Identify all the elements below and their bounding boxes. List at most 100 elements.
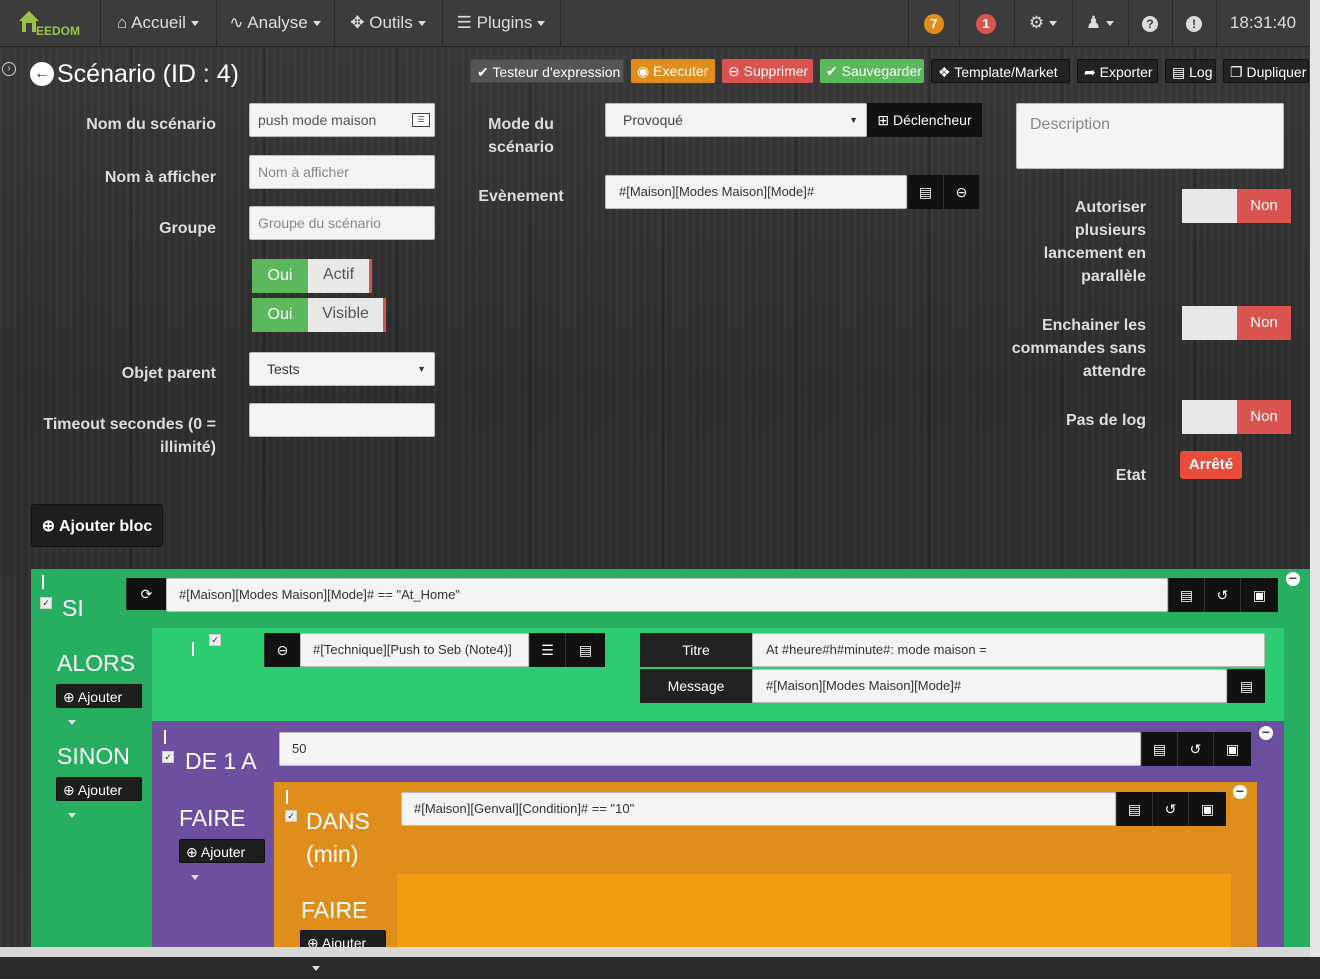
minus-circle-icon: ⊖: [276, 642, 289, 658]
for-count-input[interactable]: 50: [279, 732, 1141, 766]
for-remove-icon[interactable]: −: [1259, 725, 1273, 740]
sidebar-toggle-icon[interactable]: ›: [2, 62, 16, 76]
brand-logo[interactable]: EEDOM: [0, 0, 101, 46]
faire-add-button[interactable]: ⊕ Ajouter: [179, 839, 265, 880]
dans-list-button[interactable]: ▤: [1116, 792, 1152, 826]
action-list-button[interactable]: ☰: [529, 633, 565, 667]
menu-analyse[interactable]: ∿ Analyse: [216, 0, 335, 46]
action-command-input[interactable]: #[Technique][Push to Seb (Note4)]: [300, 633, 529, 667]
drag-handle-icon[interactable]: [286, 790, 288, 804]
back-arrow-icon[interactable]: ←: [30, 62, 54, 86]
display-name-input[interactable]: Nom à afficher: [249, 155, 435, 189]
menu-accueil[interactable]: ⌂ Accueil: [100, 0, 217, 46]
menu-plugins[interactable]: ☰ Plugins: [442, 0, 561, 46]
duplicate-button[interactable]: ❐ Dupliquer: [1223, 59, 1309, 83]
parallel-label-line-3: lancement en: [1043, 245, 1146, 262]
sinon-add-button[interactable]: ⊕ Ajouter: [56, 777, 142, 818]
si-cube-button[interactable]: ▣: [1240, 578, 1278, 612]
parent-object-select[interactable]: Tests ▼: [249, 352, 435, 386]
user-menu[interactable]: ♟: [1072, 0, 1129, 46]
parallel-label: Autoriser plusieurs lancement en parallè…: [990, 196, 1146, 288]
settings-menu[interactable]: ⚙: [1014, 0, 1073, 46]
list-alt-icon: ▤: [1127, 801, 1142, 817]
menu-outils[interactable]: ✥ Outils: [334, 0, 443, 46]
faire-add-label: Ajouter: [200, 844, 246, 860]
notification-orange-button[interactable]: 7: [908, 0, 960, 46]
action-select-button[interactable]: ▤: [565, 633, 605, 667]
cubes-icon: ❖: [938, 64, 951, 80]
trigger-add-button[interactable]: ⊞ Déclencheur: [867, 103, 982, 137]
parallel-switch[interactable]: Non: [1182, 189, 1291, 223]
chain-label-line-1: Enchainer les: [1041, 317, 1146, 334]
drag-handle-icon[interactable]: [42, 575, 44, 589]
dans-cube-button[interactable]: ▣: [1188, 792, 1226, 826]
dans-condition-input[interactable]: #[Maison][Genval][Condition]# == "10": [401, 792, 1116, 826]
for-cube-button[interactable]: ▣: [1213, 732, 1251, 766]
faire2-label: FAIRE: [301, 897, 368, 923]
alors-add-button[interactable]: ⊕ Ajouter: [56, 684, 142, 725]
si-list-button[interactable]: ▤: [1168, 578, 1204, 612]
faire-label: FAIRE: [179, 805, 246, 831]
message-list-button[interactable]: ▤: [1227, 669, 1265, 703]
for-list-button[interactable]: ▤: [1141, 732, 1177, 766]
si-refresh-button[interactable]: ⟳: [126, 578, 166, 610]
timeout-input[interactable]: [249, 403, 435, 437]
title-field-input[interactable]: At #heure#h#minute#: mode maison =: [752, 633, 1265, 667]
event-list-button[interactable]: ▤: [907, 175, 943, 209]
chevron-down-icon: [68, 719, 76, 725]
event-remove-button[interactable]: ⊖: [943, 175, 979, 209]
chevron-down-icon: [312, 21, 321, 27]
for-history-button[interactable]: ↺: [1177, 732, 1213, 766]
timeout-label-line-1: Timeout secondes (0 =: [43, 416, 216, 433]
mode-select[interactable]: Provoqué ▼: [605, 103, 867, 137]
si-history-button[interactable]: ↺: [1204, 578, 1240, 612]
list-alt-icon: ▤: [1179, 587, 1194, 603]
list-alt-icon: ▤: [918, 184, 933, 200]
chevron-down-icon: [537, 21, 546, 27]
question-icon: ?: [1142, 16, 1158, 32]
si-enable-checkbox[interactable]: ✓: [40, 597, 52, 609]
action-remove-button[interactable]: ⊖: [264, 633, 300, 667]
top-navbar: EEDOM ⌂ Accueil ∿ Analyse ✥ Outils ☰ Plu…: [0, 0, 1310, 47]
action-enable-checkbox[interactable]: ✓: [209, 634, 221, 646]
execute-button[interactable]: ◉ Executer: [631, 59, 715, 83]
scenario-name-input[interactable]: push mode maison ☰: [249, 103, 435, 137]
group-input[interactable]: Groupe du scénario: [249, 206, 435, 240]
si-condition-input[interactable]: #[Maison][Modes Maison][Mode]# == "At_Ho…: [166, 578, 1168, 612]
save-button[interactable]: ✔ Sauvegarder: [820, 59, 924, 83]
message-field-input[interactable]: #[Maison][Modes Maison][Mode]#: [752, 669, 1227, 703]
horizontal-scrollbar[interactable]: [0, 947, 1310, 957]
drag-handle-icon[interactable]: [192, 642, 194, 656]
chain-commands-switch[interactable]: Non: [1182, 306, 1291, 340]
vertical-scrollbar[interactable]: [1310, 0, 1320, 957]
export-button[interactable]: ➦ Exporter: [1077, 59, 1158, 83]
drag-handle-icon[interactable]: [164, 730, 166, 744]
log-button[interactable]: ▤ Log: [1165, 59, 1216, 83]
share-icon: ➦: [1084, 64, 1096, 80]
delete-button[interactable]: ⊖ Supprimer: [722, 59, 813, 83]
template-market-button[interactable]: ❖ Template/Market: [931, 59, 1070, 83]
info-button[interactable]: !: [1172, 0, 1217, 46]
visible-toggle[interactable]: Oui Visible: [252, 298, 386, 332]
list-alt-icon: ▤: [1152, 741, 1167, 757]
expression-tester-button[interactable]: ✔ Testeur d'expression: [470, 59, 624, 83]
add-block-button[interactable]: ⊕ Ajouter bloc: [31, 504, 163, 547]
sinon-add-label: Ajouter: [77, 782, 123, 798]
dans-enable-checkbox[interactable]: ✓: [285, 810, 297, 822]
help-button[interactable]: ?: [1128, 0, 1173, 46]
active-toggle[interactable]: Oui Actif: [252, 259, 372, 293]
event-input[interactable]: #[Maison][Modes Maison][Mode]#: [605, 175, 907, 209]
dans-history-button[interactable]: ↺: [1152, 792, 1188, 826]
si-label: SI: [62, 595, 84, 621]
notification-red-button[interactable]: 1: [958, 0, 1015, 46]
dans-label-line-2: (min): [306, 841, 359, 867]
no-log-switch[interactable]: Non: [1182, 400, 1291, 434]
notification-count-badge: 7: [924, 14, 944, 34]
history-icon: ↺: [1164, 801, 1177, 817]
si-remove-icon[interactable]: −: [1286, 571, 1300, 586]
description-textarea[interactable]: Description: [1016, 103, 1284, 169]
parallel-label-line-2: plusieurs: [1074, 222, 1146, 239]
dans-remove-icon[interactable]: −: [1233, 784, 1247, 799]
cube-icon: ▣: [1200, 801, 1215, 817]
for-enable-checkbox[interactable]: ✓: [162, 751, 174, 763]
